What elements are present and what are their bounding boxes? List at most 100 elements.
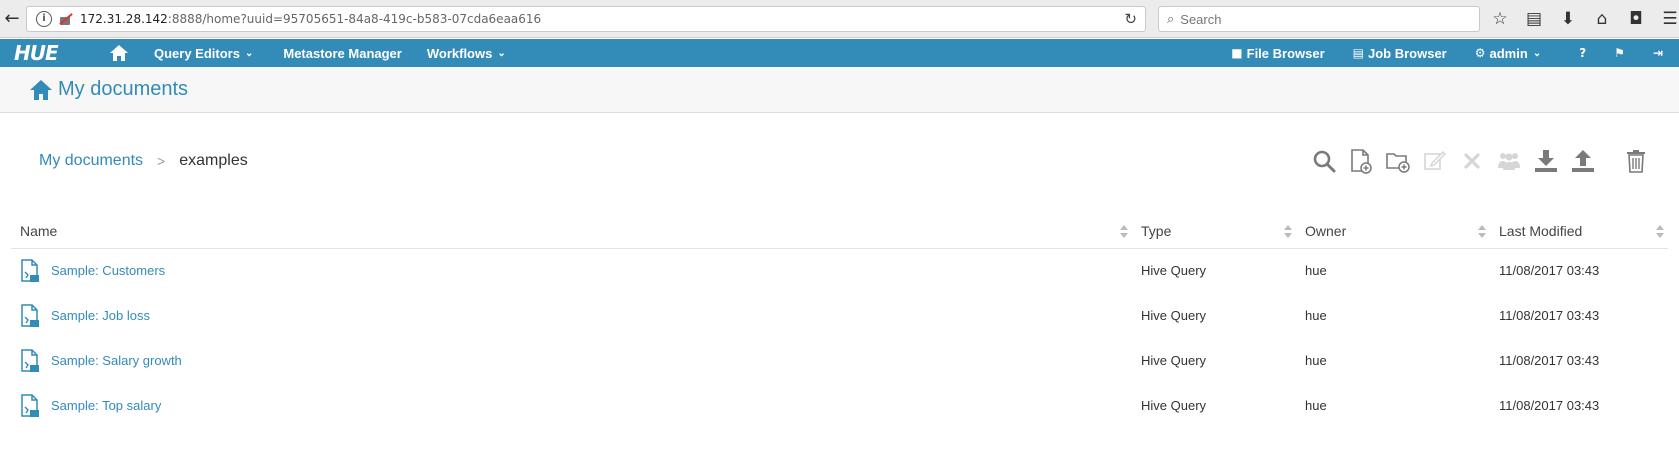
- reload-icon[interactable]: ↻: [1124, 10, 1137, 28]
- delete-icon[interactable]: [1460, 148, 1484, 174]
- breadcrumb-separator: >: [157, 153, 166, 169]
- document-link[interactable]: Sample: Salary growth: [51, 353, 182, 368]
- edit-icon[interactable]: [1423, 148, 1447, 174]
- nav-query-editors[interactable]: Query Editors ⌄: [154, 46, 253, 61]
- hive-query-icon: [21, 393, 39, 417]
- nav-workflows[interactable]: Workflows ⌄: [427, 46, 506, 61]
- table-row[interactable]: Sample: Top salary Hive Query hue 11/08/…: [11, 383, 1668, 428]
- browser-toolbar: ← i 172.31.28.142:8888/home?uuid=9570565…: [0, 0, 1679, 38]
- sort-icon[interactable]: [1284, 225, 1292, 239]
- insecure-lock-icon: [58, 12, 73, 26]
- nav-file-browser-label: File Browser: [1246, 45, 1325, 61]
- trash-icon[interactable]: [1624, 148, 1648, 174]
- url-path: :8888/home?uuid=95705651-84a8-419c-b583-…: [167, 12, 542, 26]
- document-link[interactable]: Sample: Customers: [51, 263, 165, 278]
- info-icon[interactable]: i: [36, 11, 52, 27]
- document-link[interactable]: Sample: Top salary: [51, 398, 161, 413]
- column-header-label: Type: [1141, 222, 1172, 239]
- breadcrumb-root[interactable]: My documents: [39, 152, 143, 170]
- type-cell: Hive Query: [1141, 263, 1207, 279]
- name-cell: Sample: Salary growth: [11, 338, 1132, 383]
- flag-icon[interactable]: ⚑: [1614, 46, 1629, 60]
- owner-cell: hue: [1305, 263, 1327, 279]
- search-icon[interactable]: [1312, 148, 1336, 174]
- document-link[interactable]: Sample: Job loss: [51, 308, 150, 323]
- type-cell: Hive Query: [1141, 308, 1207, 323]
- column-header-label: Name: [20, 222, 58, 239]
- nav-file-browser[interactable]: ■ File Browser: [1231, 46, 1324, 61]
- back-arrow-icon[interactable]: ←: [0, 7, 24, 31]
- hue-logo[interactable]: HUE: [14, 41, 76, 65]
- owner-cell: hue: [1305, 308, 1327, 323]
- column-header-owner[interactable]: Owner: [1296, 214, 1490, 249]
- column-header-type[interactable]: Type: [1132, 214, 1296, 249]
- column-header-last-modified[interactable]: Last Modified: [1490, 214, 1668, 249]
- nav-workflows-label: Workflows: [426, 45, 493, 61]
- browser-search-box[interactable]: ⌕ Search: [1158, 6, 1480, 32]
- home-icon[interactable]: [110, 45, 128, 61]
- new-folder-icon[interactable]: [1386, 148, 1410, 174]
- list-icon: ▤: [1352, 46, 1364, 60]
- column-header-label: Owner: [1305, 222, 1347, 239]
- download-icon[interactable]: [1534, 148, 1558, 174]
- type-cell: Hive Query: [1141, 353, 1207, 368]
- owner-cell: hue: [1305, 398, 1327, 413]
- hive-query-icon: [21, 303, 39, 327]
- table-header-row: Name Type Owner Last Modified: [11, 214, 1668, 249]
- sort-icon[interactable]: [1478, 225, 1486, 239]
- url-text[interactable]: 172.31.28.142:8888/home?uuid=95705651-84…: [80, 12, 541, 26]
- owner-cell: hue: [1305, 353, 1327, 368]
- hue-navbar: HUE Query Editors ⌄ Metastore Manager Wor…: [0, 39, 1679, 67]
- breadcrumb-current: examples: [179, 152, 248, 169]
- nav-user-label: admin: [1489, 45, 1528, 61]
- nav-query-editors-label: Query Editors: [154, 45, 240, 61]
- browser-search-placeholder: Search: [1180, 11, 1222, 27]
- upload-icon[interactable]: [1571, 148, 1595, 174]
- sort-icon[interactable]: [1656, 225, 1664, 239]
- sort-icon[interactable]: [1120, 225, 1128, 239]
- home-icon: [30, 79, 52, 100]
- downloads-icon[interactable]: ⬇: [1558, 9, 1578, 29]
- nav-metastore-manager[interactable]: Metastore Manager: [283, 46, 401, 61]
- page-title-group: My documents: [30, 78, 188, 101]
- nav-metastore-label: Metastore Manager: [283, 45, 402, 61]
- navbar-right: ■ File Browser ▤ Job Browser ⚙ admin ⌄ ? …: [1231, 39, 1679, 67]
- name-cell: Sample: Top salary: [11, 383, 1132, 428]
- chevron-down-icon: ⌄: [497, 47, 506, 59]
- column-header-label: Last Modified: [1499, 222, 1583, 239]
- menu-icon[interactable]: ☰: [1660, 9, 1679, 29]
- chevron-down-icon: ⌄: [244, 47, 254, 59]
- document-toolbar: [1312, 146, 1661, 176]
- chevron-down-icon: ⌄: [1532, 47, 1542, 59]
- hive-query-icon: [21, 348, 39, 372]
- nav-job-browser[interactable]: ▤ Job Browser: [1353, 46, 1447, 61]
- logout-icon[interactable]: ⇥: [1653, 46, 1667, 60]
- table-row[interactable]: Sample: Customers Hive Query hue 11/08/2…: [11, 248, 1668, 293]
- column-header-name[interactable]: Name: [11, 214, 1132, 249]
- type-cell: Hive Query: [1141, 398, 1207, 413]
- nav-user-menu[interactable]: ⚙ admin ⌄: [1475, 46, 1541, 61]
- hive-query-icon: [21, 259, 39, 282]
- documents-table: Name Type Owner Last Modified Sample: Cu…: [11, 214, 1668, 428]
- reading-list-icon[interactable]: ▤: [1524, 9, 1544, 29]
- table-row[interactable]: Sample: Job loss Hive Query hue 11/08/20…: [11, 293, 1668, 338]
- page-header: My documents: [0, 67, 1679, 113]
- table-row[interactable]: Sample: Salary growth Hive Query hue 11/…: [11, 338, 1668, 383]
- address-bar[interactable]: i 172.31.28.142:8888/home?uuid=95705651-…: [26, 6, 1146, 32]
- home-icon[interactable]: ⌂: [1592, 9, 1612, 29]
- file-icon: ■: [1231, 46, 1243, 60]
- share-icon[interactable]: [1497, 148, 1521, 174]
- name-cell: Sample: Customers: [11, 248, 1132, 293]
- modified-cell: 11/08/2017 03:43: [1499, 398, 1600, 413]
- nav-job-browser-label: Job Browser: [1368, 45, 1447, 61]
- modified-cell: 11/08/2017 03:43: [1499, 353, 1600, 368]
- name-cell: Sample: Job loss: [11, 293, 1132, 338]
- modified-cell: 11/08/2017 03:43: [1499, 263, 1600, 279]
- modified-cell: 11/08/2017 03:43: [1499, 308, 1600, 323]
- pocket-icon[interactable]: ◘: [1626, 9, 1646, 29]
- bookmark-star-icon[interactable]: ☆: [1490, 9, 1510, 29]
- new-document-icon[interactable]: [1349, 148, 1373, 174]
- page-title: My documents: [58, 78, 189, 100]
- help-icon[interactable]: ?: [1579, 46, 1590, 60]
- breadcrumb: My documents > examples: [39, 152, 248, 170]
